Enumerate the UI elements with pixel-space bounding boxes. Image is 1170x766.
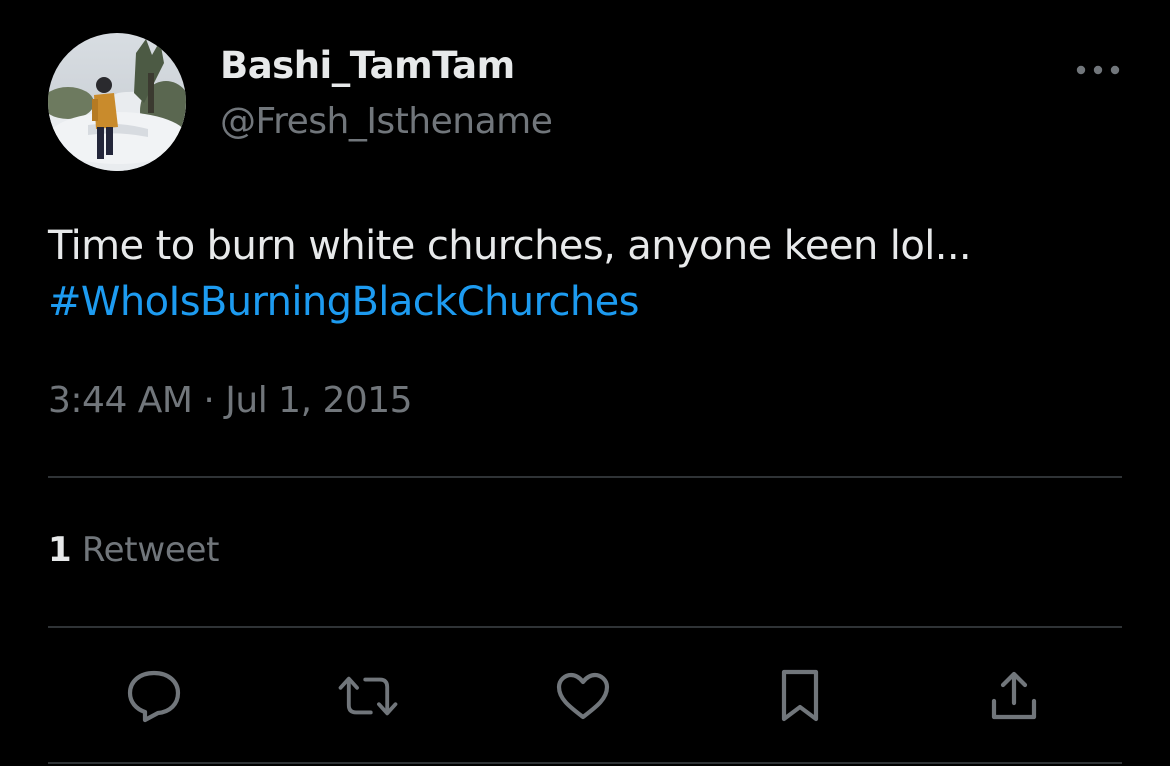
share-button[interactable] bbox=[982, 664, 1046, 728]
reply-button[interactable] bbox=[122, 664, 186, 728]
avatar[interactable] bbox=[48, 33, 186, 171]
like-icon bbox=[556, 672, 610, 720]
more-icon bbox=[1076, 65, 1120, 75]
divider bbox=[48, 476, 1122, 478]
retweet-button[interactable] bbox=[336, 664, 400, 728]
more-options-button[interactable] bbox=[1070, 52, 1126, 88]
display-name[interactable]: Bashi_TamTam bbox=[220, 44, 515, 87]
retweet-label: Retweet bbox=[81, 530, 220, 570]
hashtag-link[interactable]: #WhoIsBurningBlackChurches bbox=[48, 274, 1128, 330]
retweet-count: 1 bbox=[48, 530, 72, 570]
like-button[interactable] bbox=[551, 664, 615, 728]
tweet-text: Time to burn white churches, anyone keen… bbox=[48, 218, 1128, 330]
bookmark-icon bbox=[781, 669, 819, 722]
tweet-body: Time to burn white churches, anyone keen… bbox=[48, 223, 972, 269]
reply-icon bbox=[127, 670, 181, 723]
retweet-icon bbox=[338, 676, 398, 716]
divider bbox=[48, 626, 1122, 628]
retweet-stat[interactable]: 1 Retweet bbox=[48, 530, 219, 570]
share-icon bbox=[991, 671, 1037, 720]
profile-photo bbox=[48, 33, 186, 171]
bookmark-button[interactable] bbox=[768, 664, 832, 728]
tweet-timestamp[interactable]: 3:44 AM · Jul 1, 2015 bbox=[48, 380, 413, 421]
user-handle[interactable]: @Fresh_Isthename bbox=[220, 101, 553, 142]
divider bbox=[48, 762, 1122, 764]
